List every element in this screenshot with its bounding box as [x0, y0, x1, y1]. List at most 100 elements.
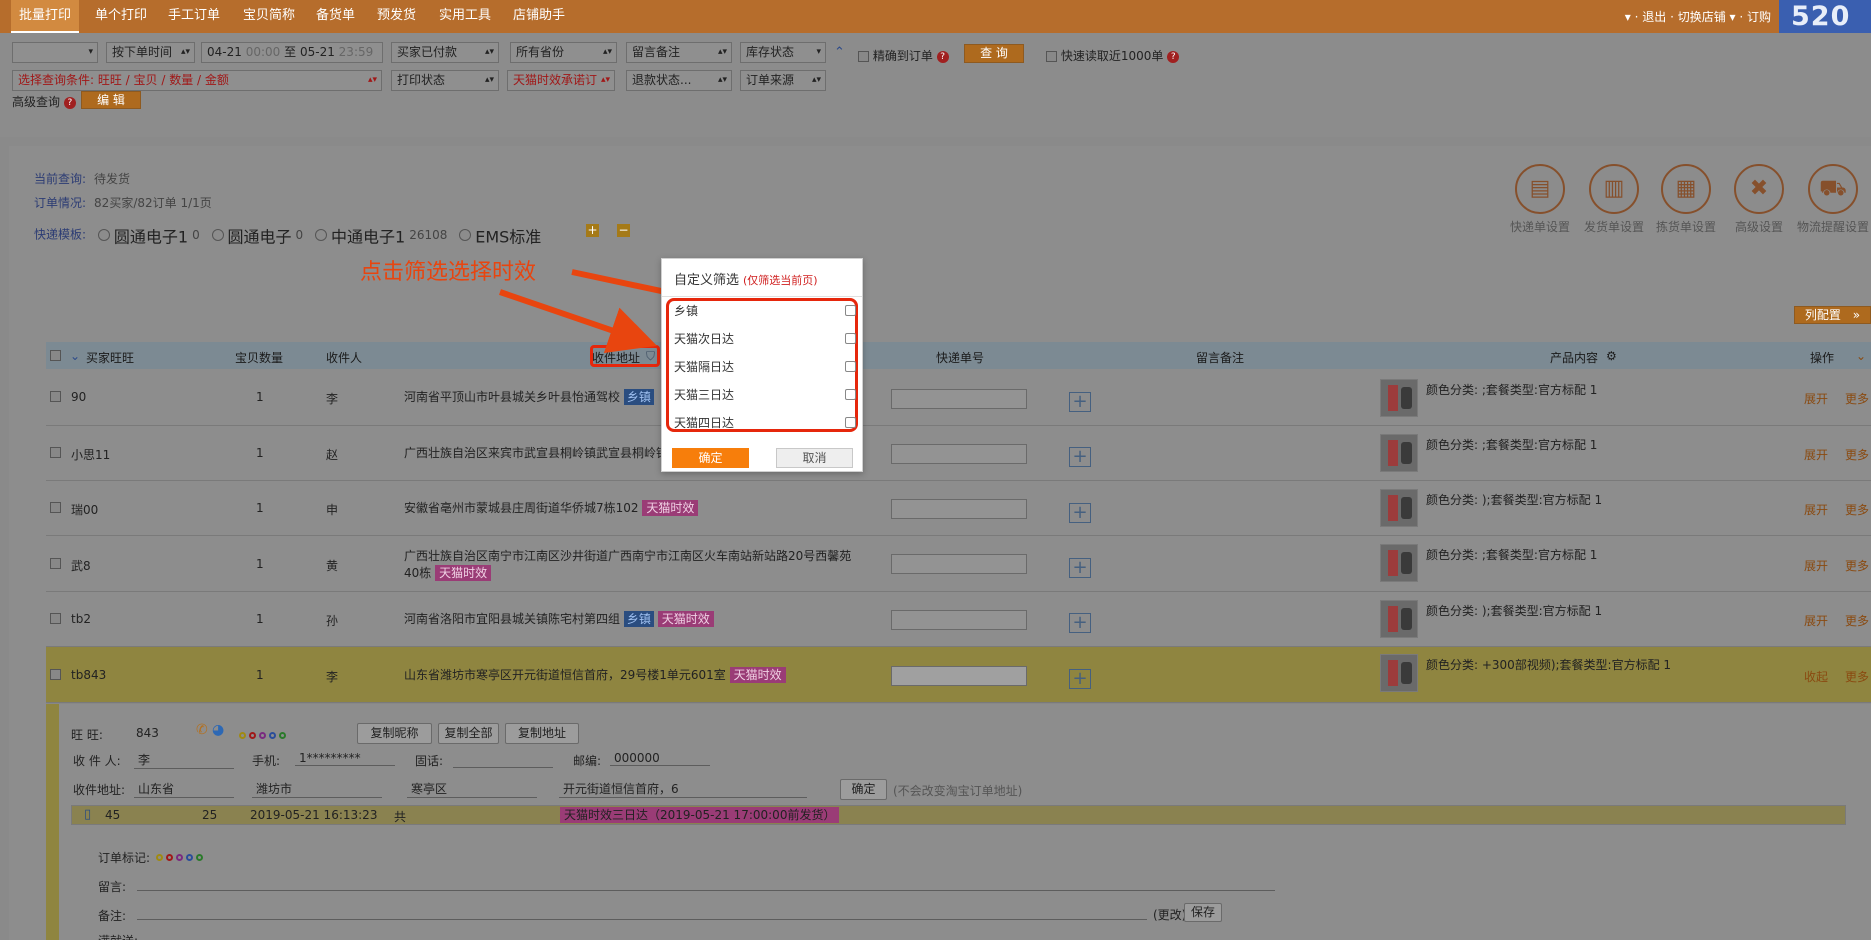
popup-ok-button[interactable]: 确定 [672, 448, 749, 468]
tab-pre-ship[interactable]: 预发货 [369, 0, 424, 33]
collapse-icon[interactable]: ⌃ [834, 45, 845, 60]
delivery-settings-button[interactable]: ▥ 发货单设置 [1576, 164, 1652, 235]
chat-icon[interactable]: ◕ [212, 722, 224, 738]
option-checkbox[interactable] [845, 305, 856, 316]
option-checkbox[interactable] [845, 417, 856, 428]
tab-batch-print[interactable]: 批量打印 [11, 0, 80, 33]
add-template-icon[interactable]: + [586, 224, 599, 237]
refund-status-select[interactable]: 退款状态... ▴▾ [626, 70, 732, 91]
tracking-input[interactable] [891, 666, 1027, 686]
exact-order-checkbox[interactable] [858, 51, 869, 62]
option-checkbox[interactable] [845, 389, 856, 400]
gear-icon[interactable]: ⚙ [1606, 349, 1617, 363]
district-field[interactable]: 寒亭区 [407, 780, 537, 798]
tab-single-print[interactable]: 单个打印 [87, 0, 155, 33]
date-range-input[interactable]: 04-21 00:00 至 05-21 23:59 [201, 42, 383, 63]
mobile-field[interactable]: 1********* [295, 751, 395, 766]
help-icon[interactable]: ? [63, 96, 76, 109]
row-checkbox[interactable] [50, 391, 61, 402]
filter-option-second-day[interactable]: 天猫隔日达 [674, 358, 856, 378]
stock-select[interactable]: 库存状态 ▾ [740, 42, 826, 63]
expand-link[interactable]: 展开 [1804, 390, 1828, 407]
template-radio-1[interactable]: 圆通电子1 0 [90, 227, 200, 246]
table-row[interactable]: 武8 1 黄 广西壮族自治区南宁市江南区沙井街道广西南宁市江南区火车南站新站路2… [46, 536, 1871, 592]
popup-cancel-button[interactable]: 取消 [776, 448, 853, 468]
exact-order-option[interactable]: 精确到订单 ? [858, 47, 949, 64]
order-source-select[interactable]: 订单来源 ▴▾ [740, 70, 826, 91]
option-checkbox[interactable] [845, 333, 856, 344]
tracking-input[interactable] [891, 499, 1027, 519]
tmall-promise-select[interactable]: 天猫时效承诺订 ▴▾ [507, 70, 615, 91]
filter-option-next-day[interactable]: 天猫次日达 [674, 330, 856, 350]
shop-select[interactable]: ▾ [12, 42, 98, 63]
row-checkbox[interactable] [50, 447, 61, 458]
logistics-reminder-button[interactable]: ⛟ 物流提醒设置 [1795, 164, 1871, 235]
add-remark-icon[interactable]: + [1069, 613, 1091, 633]
add-remark-icon[interactable]: + [1069, 558, 1091, 578]
picking-settings-button[interactable]: ▦ 拣货单设置 [1648, 164, 1724, 235]
zip-field[interactable]: 000000 [610, 751, 710, 766]
tab-item-alias[interactable]: 宝贝简称 [235, 0, 303, 33]
add-remark-icon[interactable]: + [1069, 447, 1091, 467]
tracking-input[interactable] [891, 554, 1027, 574]
add-remark-icon[interactable]: + [1069, 669, 1091, 689]
table-row-selected[interactable]: tb843 1 李 山东省潍坊市寒亭区开元街道恒信首府，29号楼1单元601室 … [46, 647, 1871, 703]
col-buyer[interactable]: 买家旺旺 [86, 349, 134, 366]
row-checkbox[interactable] [50, 613, 61, 624]
remove-template-icon[interactable]: − [617, 224, 630, 237]
remark-select[interactable]: 留言备注 ▴▾ [626, 42, 732, 63]
expand-link[interactable]: 展开 [1804, 612, 1828, 629]
row-checkbox[interactable] [50, 558, 61, 569]
order-flag-dots[interactable] [239, 728, 289, 742]
row-checkbox[interactable] [50, 502, 61, 513]
account-menu[interactable]: ▾ · 退出 · 切换店铺 ▾ · 订购 [1625, 8, 1771, 25]
more-link[interactable]: 更多 [1845, 612, 1869, 629]
advanced-settings-button[interactable]: ✖ 高级设置 [1721, 164, 1797, 235]
collapse-link[interactable]: 收起 [1804, 668, 1828, 685]
tab-tools[interactable]: 实用工具 [431, 0, 499, 33]
street-field[interactable]: 开元街道恒信首府，6 [559, 780, 807, 798]
add-remark-icon[interactable]: + [1069, 392, 1091, 412]
table-row[interactable]: 小思11 1 赵 广西壮族自治区来宾市武宣县桐岭镇武宣县桐岭镇 + 颜色分类: … [46, 426, 1871, 481]
table-row[interactable]: 瑞00 1 申 安徽省亳州市蒙城县庄周街道华侨城7栋102 天猫时效 + 颜色分… [46, 481, 1871, 536]
copy-nick-button[interactable]: 复制昵称 [357, 723, 432, 744]
print-status-select[interactable]: 打印状态 ▴▾ [391, 70, 499, 91]
column-config-button[interactable]: 列配置 » [1794, 306, 1871, 324]
province-field[interactable]: 山东省 [134, 780, 234, 798]
template-radio-2[interactable]: 圆通电子 0 [204, 227, 303, 246]
add-remark-icon[interactable]: + [1069, 503, 1091, 523]
edit-button[interactable]: 编 辑 [81, 91, 141, 109]
help-icon[interactable]: ? [936, 50, 949, 63]
more-link[interactable]: 更多 [1845, 446, 1869, 463]
more-link[interactable]: 更多 [1845, 668, 1869, 685]
expand-link[interactable]: 展开 [1804, 557, 1828, 574]
filter-option-fourth-day[interactable]: 天猫四日达 [674, 414, 856, 434]
more-link[interactable]: 更多 [1845, 557, 1869, 574]
copy-address-button[interactable]: 复制地址 [505, 723, 579, 744]
template-radio-3[interactable]: 中通电子1 26108 [307, 227, 447, 246]
pay-status-select[interactable]: 买家已付款 ▴▾ [391, 42, 499, 63]
more-link[interactable]: 更多 [1845, 501, 1869, 518]
fast-read-checkbox[interactable] [1046, 51, 1057, 62]
province-select[interactable]: 所有省份 ▴▾ [510, 42, 617, 63]
tracking-input[interactable] [891, 389, 1027, 409]
tracking-input[interactable] [891, 610, 1027, 630]
copy-all-button[interactable]: 复制全部 [438, 723, 499, 744]
chevron-down-icon[interactable]: ⌄ [70, 349, 80, 363]
expand-link[interactable]: 展开 [1804, 446, 1828, 463]
tab-stock-list[interactable]: 备货单 [308, 0, 363, 33]
phone-field[interactable] [453, 751, 553, 768]
table-row[interactable]: tb2 1 孙 河南省洛阳市宜阳县城关镇陈宅村第四组 乡镇 天猫时效 + 颜色分… [46, 592, 1871, 647]
query-condition-select[interactable]: 选择查询条件: 旺旺 / 宝贝 / 数量 / 金额 ▴▾ [12, 70, 382, 91]
tab-manual-order[interactable]: 手工订单 [160, 0, 228, 33]
city-field[interactable]: 潍坊市 [252, 780, 382, 798]
select-all-checkbox[interactable] [50, 350, 61, 361]
table-row[interactable]: 90 1 李 河南省平顶山市叶县城关乡叶县怡通驾校 乡镇 + 颜色分类: ;套餐… [46, 370, 1871, 426]
save-button[interactable]: 保存 [1184, 903, 1222, 922]
tracking-input[interactable] [891, 444, 1027, 464]
row-checkbox[interactable] [50, 669, 61, 680]
fast-read-option[interactable]: 快速读取近1000单 ? [1046, 47, 1180, 64]
more-link[interactable]: 更多 [1845, 390, 1869, 407]
note-field[interactable] [137, 905, 1147, 920]
order-mark-dots[interactable] [156, 850, 206, 864]
